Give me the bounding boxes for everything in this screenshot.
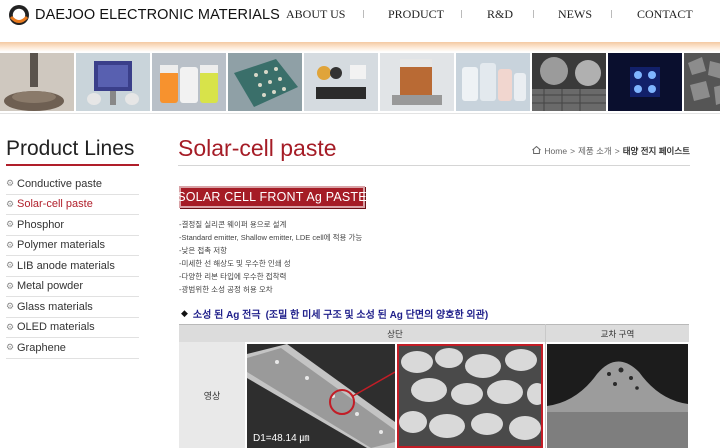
feature-list: -결정질 실리콘 웨이퍼 용으로 설계 -Standard emitter, S… [179,218,362,296]
header-accent-bar [0,42,720,52]
nav-divider [533,10,534,18]
bullet-icon: ⚙ [6,280,15,291]
section-heading: ◆ 소성 된 Ag 전극 (조밀 한 미세 구조 및 소성 된 Ag 단면의 양… [181,306,488,321]
solar-cell-photo [76,53,150,111]
breadcrumb-current: 태양 전지 페이스트 [622,146,690,156]
product-photo-strip [0,53,720,111]
bullet-icon: ⚙ [6,321,15,332]
micro-sphere-photo [532,53,606,111]
sidebar-item-phosphor[interactable]: ⚙ Phosphor [6,215,139,236]
nav-contact[interactable]: CONTACT [637,7,693,22]
graphene-micrograph-photo [684,53,720,111]
breadcrumb-separator: > [570,146,576,156]
breadcrumb-home[interactable]: Home [544,146,567,156]
breadcrumb-separator: > [614,146,620,156]
breadcrumb-parent[interactable]: 제품 소개 [578,145,612,157]
column-header-cross-section: 교차 구역 [600,329,635,339]
sidebar-item-polymer-materials[interactable]: ⚙ Polymer materials [6,236,139,256]
home-icon [532,145,542,156]
sidebar-item-label: Conductive paste [17,177,102,190]
row-header-image: 영상 [179,342,245,448]
oled-device-photo [608,53,682,111]
feature-item: -다양한 리본 타입에 우수한 접착력 [179,272,287,281]
nav-divider [363,10,364,18]
product-badge-label: SOLAR CELL FRONT Ag PASTE [177,190,367,204]
nav-about-us[interactable]: ABOUT US [286,7,345,22]
sidebar-item-lib-anode-materials[interactable]: ⚙ LIB anode materials [6,256,139,277]
bullet-icon: ⚙ [6,198,15,209]
diamond-bullet-icon: ◆ [181,308,188,318]
bullet-icon: ⚙ [6,260,15,271]
phosphor-powder-photo [152,53,226,111]
bullet-icon: ⚙ [6,301,15,312]
nav-news[interactable]: NEWS [558,7,592,22]
sidebar-item-oled-materials[interactable]: ⚙ OLED materials [6,318,139,338]
sidebar-item-graphene[interactable]: ⚙ Graphene [6,338,139,359]
feature-item: -미세한 선 해상도 및 우수한 인쇄 성 [179,259,291,268]
sidebar-item-conductive-paste[interactable]: ⚙ Conductive paste [6,174,139,195]
sidebar-item-label: LIB anode materials [17,259,115,272]
sidebar-title: Product Lines [6,137,135,160]
sidebar-menu: ⚙ Conductive paste ⚙ Solar-cell paste ⚙ Pho… [6,174,139,359]
nav-product[interactable]: PRODUCT [388,7,444,22]
section-note: (조밀 한 미세 구조 및 소성 된 Ag 단면의 양호한 외관) [265,310,489,321]
sidebar-title-underline [6,164,139,166]
feature-item: -Standard emitter, Shallow emitter, LDE … [179,233,363,242]
anode-material-photo [304,53,378,111]
sidebar-item-label: OLED materials [17,321,95,334]
title-divider [178,165,690,166]
strip-divider [0,113,720,114]
sidebar-item-label: Glass materials [17,300,93,313]
sidebar-item-solar-cell-paste[interactable]: ⚙ Solar-cell paste [6,195,139,215]
site-header: DAEJOO ELECTRONIC MATERIALS ABOUT US PRO… [0,0,720,42]
feature-item: -광범위한 소성 공정 허용 오차 [179,285,273,294]
cross-section-sem-image [547,344,688,448]
product-badge: SOLAR CELL FRONT Ag PASTE [177,186,367,208]
feature-item: -낮은 접촉 저항 [179,246,228,255]
feature-item: -결정질 실리콘 웨이퍼 용으로 설계 [179,220,287,229]
scale-measurement-label: D1=48.14 ㎛ [253,433,310,444]
metal-powder-photo [380,53,454,111]
nav-rnd[interactable]: R&D [487,7,513,22]
bullet-icon: ⚙ [6,219,15,230]
electrode-image-table: 상단 교차 구역 영상 D1=48.14 ㎛ [179,324,689,448]
main-nav: ABOUT US PRODUCT R&D NEWS CONTACT [0,7,720,23]
circuit-board-photo [228,53,302,111]
sidebar-item-glass-materials[interactable]: ⚙ Glass materials [6,297,139,318]
bullet-icon: ⚙ [6,239,15,250]
sidebar-item-label: Phosphor [17,218,65,231]
breadcrumb: Home > 제품 소개 > 태양 전지 페이스트 [532,145,690,157]
sidebar-item-label: Graphene [17,341,66,354]
bullet-icon: ⚙ [6,178,15,189]
sidebar-item-label: Metal powder [17,280,84,293]
paste-dispenser-photo [0,53,74,111]
sidebar-item-metal-powder[interactable]: ⚙ Metal powder [6,277,139,297]
table-column-divider [545,324,546,448]
zoomed-sem-image [397,344,543,448]
sidebar-item-label: Polymer materials [17,239,106,252]
top-view-sem-image: D1=48.14 ㎛ [247,344,395,448]
page-title: Solar-cell paste [178,135,337,161]
column-header-top: 상단 [387,329,403,339]
nav-divider [461,10,462,18]
glass-vials-photo [456,53,530,111]
nav-divider [611,10,612,18]
table-header-row: 상단 교차 구역 [179,324,689,342]
bullet-icon: ⚙ [6,342,15,353]
sidebar-item-label: Solar-cell paste [17,198,93,211]
section-title: 소성 된 Ag 전극 [192,310,261,321]
